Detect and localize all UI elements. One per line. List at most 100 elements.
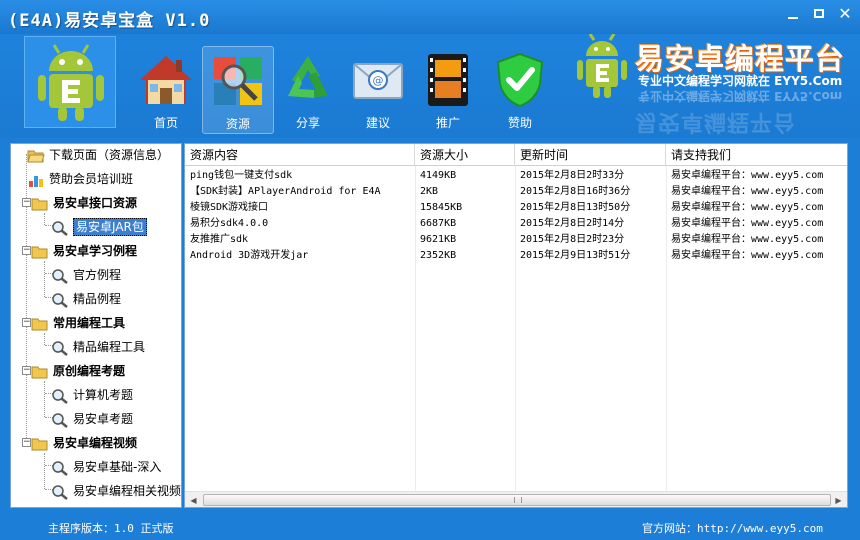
tree-item-label: 易安卓编程视频	[53, 436, 138, 450]
table-cell: 4149KB	[420, 170, 457, 181]
tree-item-e4a-exams[interactable]: 易安卓考题	[51, 408, 133, 430]
folder-icon	[31, 438, 48, 450]
resource-list: 资源内容 资源大小 更新时间 请支持我们 ping钱包一键支付sdk 4149KB…	[184, 143, 848, 508]
brand-banner: 易安卓编程平台 专业中文编程学习网就在 EYY5.Com 专业中文编程学习网就在…	[570, 34, 860, 138]
tree-item-label: 精品编程工具	[73, 340, 146, 354]
column-header-row: 资源内容 资源大小 更新时间 请支持我们	[185, 144, 847, 166]
tree-item-label: 易安卓编程相关视频	[73, 484, 182, 498]
table-cell: 【SDK封装】APlayerAndroid for E4A	[190, 186, 381, 197]
folder-icon	[31, 246, 48, 258]
recycle-share-icon	[288, 56, 328, 98]
tree-item-label: 易安卓考题	[73, 412, 134, 426]
magnifier-icon	[52, 340, 68, 356]
nav-promote[interactable]: 推广	[412, 46, 484, 134]
tree-item-common-tools[interactable]: 常用编程工具	[31, 312, 125, 334]
table-row[interactable]: ping钱包一键支付sdk 4149KB 2015年2月8日2时33分 易安卓编程平台…	[185, 168, 847, 184]
tree-item-related-videos[interactable]: 易安卓编程相关视频	[51, 480, 181, 502]
column-header-content[interactable]: 资源内容	[185, 144, 415, 166]
brand-subtitle: 专业中文编程学习网就在 EYY5.Com	[638, 74, 843, 88]
nav-home[interactable]: 首页	[130, 46, 202, 134]
tree-item-learning-examples[interactable]: 易安卓学习例程	[31, 240, 137, 262]
table-cell: 2015年2月8日2时14分	[520, 218, 625, 229]
table-cell: 2015年2月9日13时51分	[520, 250, 631, 261]
nav-share[interactable]: 分享	[272, 46, 344, 134]
close-icon: ✕	[838, 4, 852, 23]
table-cell: 2015年2月8日2时33分	[520, 170, 625, 181]
table-cell: 易安卓编程平台：www.eyy5.com	[671, 234, 824, 245]
tree-item-original-exams[interactable]: 原创编程考题	[31, 360, 125, 382]
tree-item-featured-examples[interactable]: 精品例程	[51, 288, 121, 310]
table-cell: 易安卓编程平台：www.eyy5.com	[671, 186, 824, 197]
table-cell: 友推推广sdk	[190, 234, 249, 245]
folder-icon	[31, 318, 48, 330]
collapse-toggle[interactable]: −	[22, 246, 31, 255]
collapse-toggle[interactable]: −	[22, 198, 31, 207]
tree-line	[44, 453, 45, 489]
svg-text:@: @	[373, 74, 384, 87]
scrollbar-thumb[interactable]	[203, 494, 831, 506]
table-row[interactable]: Android 3D游戏开发jar 2352KB 2015年2月9日13时51分 易安…	[185, 248, 847, 264]
table-cell: Android 3D游戏开发jar	[190, 250, 309, 261]
tree-item-label: 下载页面（资源信息）	[49, 148, 170, 162]
tree-item-computer-exams[interactable]: 计算机考题	[51, 384, 133, 406]
tree-item-interface-resources[interactable]: 易安卓接口资源	[31, 192, 137, 214]
table-cell: 2KB	[420, 186, 439, 197]
table-row[interactable]: 【SDK封装】APlayerAndroid for E4A 2KB 2015年2月8…	[185, 184, 847, 200]
tree-item-download-page[interactable]: 下载页面（资源信息）	[27, 144, 169, 166]
nav-sponsor-label: 赞助	[507, 116, 532, 130]
table-cell: 2015年2月8日13时50分	[520, 202, 631, 213]
tree-item-label: 易安卓基础-深入	[73, 460, 162, 474]
tree-item-label: 官方例程	[73, 268, 122, 282]
minimize-icon	[788, 17, 798, 19]
collapse-toggle[interactable]: −	[22, 366, 31, 375]
table-cell: 易安卓编程平台：www.eyy5.com	[671, 250, 824, 261]
table-cell: 易安卓编程平台：www.eyy5.com	[671, 202, 824, 213]
horizontal-scrollbar[interactable]: ◀ ▶	[185, 491, 847, 507]
grip-icon	[514, 497, 522, 503]
android-brand-icon	[577, 34, 627, 98]
scroll-left-icon[interactable]: ◀	[187, 494, 200, 507]
magnifier-icon	[52, 268, 68, 284]
collapse-toggle[interactable]: −	[22, 318, 31, 327]
tree-item-basic-videos[interactable]: 易安卓基础-深入	[51, 456, 161, 478]
tree-item-label: 常用编程工具	[53, 316, 126, 330]
tree-item-label: 原创编程考题	[53, 364, 126, 378]
column-header-size[interactable]: 资源大小	[415, 144, 515, 166]
status-version: 主程序版本：1.0 正式版	[48, 522, 174, 535]
tree-line	[44, 381, 45, 417]
scroll-right-icon[interactable]: ▶	[832, 494, 845, 507]
tree-item-label: 精品例程	[73, 292, 122, 306]
tree-line	[44, 333, 45, 345]
column-header-support[interactable]: 请支持我们	[666, 144, 847, 166]
magnifier-icon	[52, 220, 68, 236]
tree-item-label: 易安卓JAR包	[73, 218, 147, 236]
android-e-icon	[38, 44, 104, 121]
status-website[interactable]: 官方网站：http://www.eyy5.com	[642, 520, 823, 536]
nav-sponsor[interactable]: 赞助	[484, 46, 556, 134]
nav-home-label: 首页	[153, 116, 178, 130]
maximize-button[interactable]	[806, 4, 832, 24]
nav-suggest[interactable]: @ 建议	[342, 46, 414, 134]
minimize-button[interactable]	[780, 4, 806, 24]
android-logo	[24, 36, 116, 128]
table-cell: 15845KB	[420, 202, 463, 213]
table-row[interactable]: 易积分sdk4.0.0 6687KB 2015年2月8日2时14分 易安卓编程平台：w…	[185, 216, 847, 232]
brand-title-reflection: 易安卓编程平台	[635, 109, 797, 134]
tree-item-videos[interactable]: 易安卓编程视频	[31, 432, 137, 454]
column-header-updated[interactable]: 更新时间	[515, 144, 666, 166]
nav-promote-label: 推广	[435, 116, 460, 130]
window-title: (E4A)易安卓宝盒 V1.0	[8, 11, 211, 31]
category-tree: 下载页面（资源信息） 赞助会员培训班 − 易安卓接口资源 易安卓JAR包 − 易…	[10, 143, 182, 508]
tree-item-featured-tools[interactable]: 精品编程工具	[51, 336, 145, 358]
nav-resources[interactable]: 资源	[202, 46, 274, 134]
table-row[interactable]: 友推推广sdk 9621KB 2015年2月8日2时23分 易安卓编程平台：www.e…	[185, 232, 847, 248]
tree-item-jar-packages[interactable]: 易安卓JAR包	[51, 216, 147, 238]
table-row[interactable]: 棱镜SDK游戏接口 15845KB 2015年2月8日13时50分 易安卓编程平台：w…	[185, 200, 847, 216]
collapse-toggle[interactable]: −	[22, 438, 31, 447]
header: 首页 资源 分享 @ 建议 推广 赞助 易安卓编程平台 专业中文编程学习网就在 …	[0, 34, 860, 138]
folder-open-icon	[27, 150, 45, 162]
close-button[interactable]: ✕	[832, 4, 858, 24]
tree-item-sponsor-training[interactable]: 赞助会员培训班	[27, 168, 133, 190]
tree-item-official-examples[interactable]: 官方例程	[51, 264, 121, 286]
bar-chart-icon	[29, 175, 43, 187]
